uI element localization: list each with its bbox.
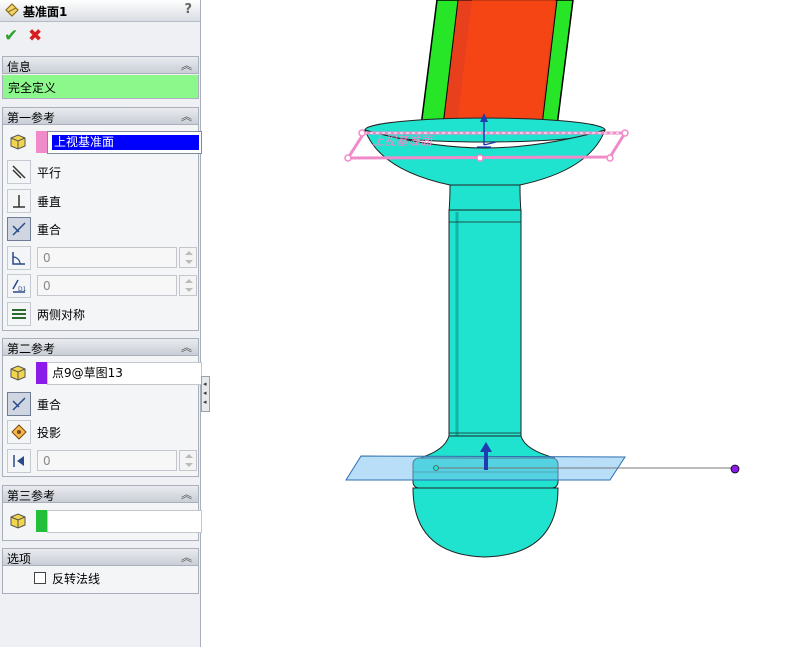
collapse-icon[interactable]: ︽: [181, 108, 192, 124]
info-group-header[interactable]: 信息 ︽: [2, 56, 199, 74]
second-value-spinner[interactable]: [179, 450, 197, 471]
options-group-header[interactable]: 选项 ︽: [2, 548, 199, 566]
perpendicular-icon[interactable]: [7, 189, 31, 213]
symmetric-label: 两侧对称: [37, 308, 86, 322]
ok-button[interactable]: ✔: [4, 26, 18, 46]
third-ref-group-header[interactable]: 第三参考 ︽: [2, 485, 199, 503]
panel-title: 基准面1: [23, 5, 68, 19]
third-ref-title: 第三参考: [7, 489, 56, 503]
plane-feature-icon: [5, 3, 19, 17]
second-ref-group: 点9@草图13 重合 投影 0: [2, 356, 202, 477]
parallel-label: 平行: [37, 166, 62, 180]
second-value-input[interactable]: 0: [37, 450, 177, 471]
coincident-icon[interactable]: [7, 392, 31, 416]
collapse-icon[interactable]: ︽: [181, 549, 192, 565]
second-coincident-label: 重合: [37, 398, 62, 412]
collapse-icon[interactable]: ︽: [181, 57, 192, 73]
panel-title-bar: 基准面1 ?: [0, 0, 200, 22]
third-ref-group: [2, 503, 202, 541]
property-manager: 基准面1 ? ✔ ✖ 信息 ︽ 完全定义 第一参考 ︽ 上视基准面 平行 垂直 …: [0, 0, 202, 647]
help-icon[interactable]: ?: [184, 2, 192, 17]
flip-dimension-icon[interactable]: [7, 449, 31, 473]
reference-point-marker[interactable]: [730, 464, 740, 474]
angle-icon[interactable]: [7, 246, 31, 270]
collapse-icon[interactable]: ︽: [181, 339, 192, 355]
distance-value: 0: [43, 279, 51, 293]
options-group: [2, 566, 199, 594]
distance-spinner[interactable]: [179, 275, 197, 296]
ok-cancel-row: ✔ ✖: [0, 24, 200, 50]
project-label: 投影: [37, 426, 62, 440]
flip-normal-checkbox[interactable]: [34, 572, 46, 584]
info-group-title: 信息: [7, 60, 32, 74]
middle-shaft[interactable]: [448, 209, 522, 439]
distance-icon[interactable]: D1: [7, 274, 31, 298]
angle-input[interactable]: 0: [37, 247, 177, 268]
angle-value: 0: [43, 251, 51, 265]
project-icon[interactable]: [7, 420, 31, 444]
info-status-text: 完全定义: [8, 81, 57, 95]
reference-entity-icon: [7, 361, 31, 385]
cancel-button[interactable]: ✖: [28, 26, 42, 46]
reference-entity-icon: [7, 509, 31, 533]
third-ref-selection-box[interactable]: [47, 510, 202, 533]
first-ref-selection-text: 上视基准面: [52, 135, 199, 150]
angle-spinner[interactable]: [179, 247, 197, 268]
symmetric-icon[interactable]: [7, 302, 31, 326]
collapse-icon[interactable]: ︽: [181, 486, 192, 502]
first-ref-title: 第一参考: [7, 111, 56, 125]
second-ref-selection-box[interactable]: 点9@草图13: [47, 362, 202, 385]
options-title: 选项: [7, 552, 32, 566]
coincident-icon[interactable]: [7, 217, 31, 241]
plane-label: 上视基准面: [372, 134, 434, 148]
second-ref-selection-text: 点9@草图13: [52, 366, 123, 380]
svg-text:D1: D1: [18, 286, 27, 293]
distance-input[interactable]: 0: [37, 275, 177, 296]
graphics-viewport[interactable]: 上视基准面: [202, 0, 788, 647]
perpendicular-label: 垂直: [37, 195, 62, 209]
second-ref-group-header[interactable]: 第二参考 ︽: [2, 338, 199, 356]
info-status: 完全定义: [2, 75, 199, 99]
second-value: 0: [43, 454, 51, 468]
coincident-label: 重合: [37, 223, 62, 237]
reference-entity-icon: [7, 130, 31, 154]
first-ref-selection-box[interactable]: 上视基准面: [47, 131, 202, 154]
parallel-icon[interactable]: [7, 160, 31, 184]
first-ref-group-header[interactable]: 第一参考 ︽: [2, 107, 199, 125]
second-ref-title: 第二参考: [7, 342, 56, 356]
upper-shaft[interactable]: [419, 0, 574, 135]
preview-plane[interactable]: [345, 442, 740, 481]
first-ref-group: 上视基准面 平行 垂直 重合 0 D1 0 两侧对称: [2, 125, 202, 331]
flip-normal-label: 反转法线: [52, 572, 101, 586]
